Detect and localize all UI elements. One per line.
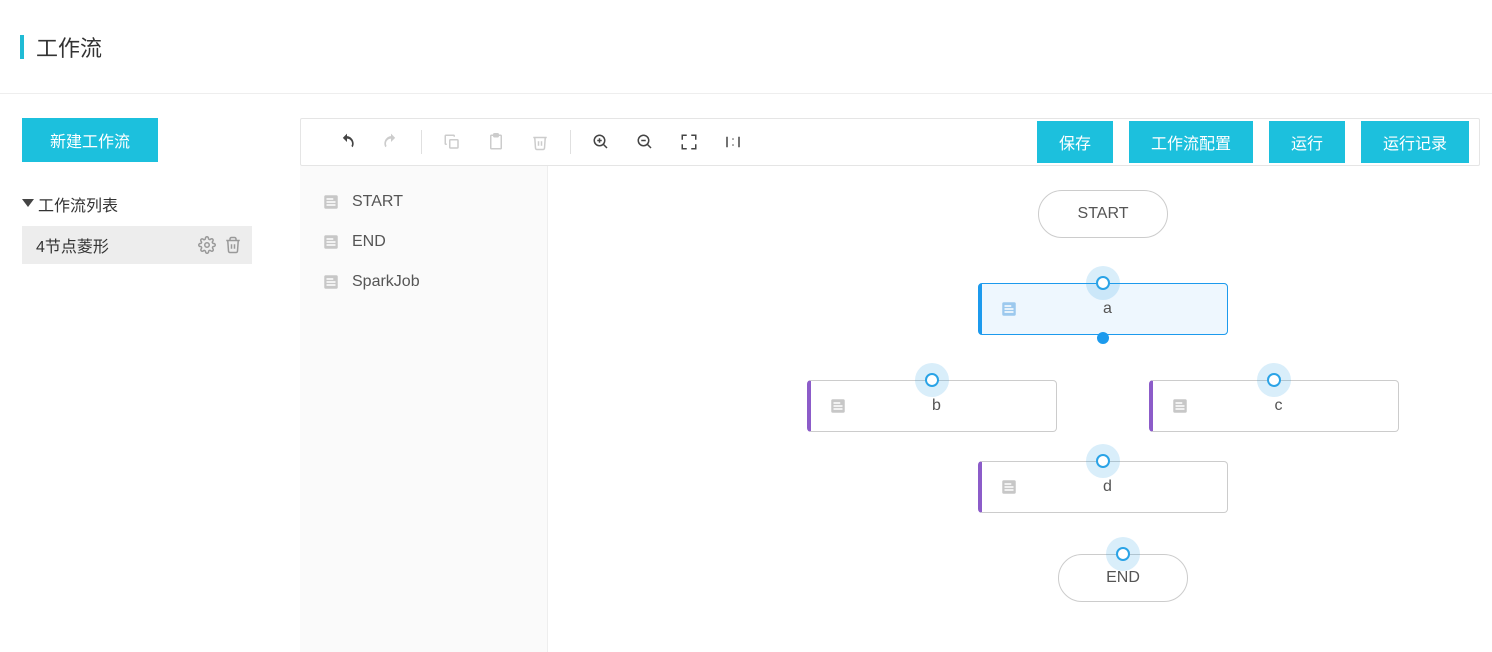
run-button[interactable]: 运行 bbox=[1269, 121, 1345, 163]
redo-button[interactable] bbox=[369, 126, 413, 158]
undo-icon bbox=[337, 132, 357, 152]
node-start[interactable]: START bbox=[1038, 190, 1168, 238]
document-icon bbox=[829, 397, 847, 415]
node-d-input-port[interactable] bbox=[1096, 454, 1110, 468]
new-workflow-button[interactable]: 新建工作流 bbox=[22, 118, 158, 162]
workflow-list-header[interactable]: 工作流列表 bbox=[22, 192, 252, 216]
save-button[interactable]: 保存 bbox=[1037, 121, 1113, 163]
sidebar: 新建工作流 工作流列表 4节点菱形 bbox=[0, 94, 270, 652]
undo-button[interactable] bbox=[325, 126, 369, 158]
page-header: 工作流 bbox=[0, 0, 1492, 94]
actual-size-button[interactable] bbox=[711, 126, 755, 158]
canvas[interactable]: START a b bbox=[548, 166, 1480, 652]
palette-item-start[interactable]: START bbox=[300, 182, 547, 222]
node-end-input-port[interactable] bbox=[1116, 547, 1130, 561]
node-label: a bbox=[1018, 300, 1227, 318]
run-log-button[interactable]: 运行记录 bbox=[1361, 121, 1469, 163]
redo-icon bbox=[381, 132, 401, 152]
document-icon bbox=[1171, 397, 1189, 415]
copy-icon bbox=[443, 133, 461, 151]
node-label: END bbox=[1106, 569, 1140, 587]
node-label: d bbox=[1018, 478, 1227, 496]
header-accent-bar bbox=[20, 35, 24, 59]
fit-button[interactable] bbox=[667, 126, 711, 158]
trash-icon[interactable] bbox=[224, 236, 242, 254]
palette-item-label: SparkJob bbox=[352, 273, 420, 291]
node-a-output-port[interactable] bbox=[1097, 332, 1109, 344]
zoom-out-icon bbox=[636, 133, 654, 151]
delete-icon bbox=[531, 133, 549, 151]
toolbar-separator bbox=[421, 130, 422, 154]
palette-item-end[interactable]: END bbox=[300, 222, 547, 262]
document-icon bbox=[1000, 300, 1018, 318]
node-a[interactable]: a bbox=[978, 283, 1228, 335]
document-icon bbox=[322, 233, 340, 251]
node-label: START bbox=[1078, 205, 1129, 223]
document-icon bbox=[1000, 478, 1018, 496]
delete-button[interactable] bbox=[518, 126, 562, 158]
toolbar-separator bbox=[570, 130, 571, 154]
page-title: 工作流 bbox=[36, 31, 102, 63]
zoom-out-button[interactable] bbox=[623, 126, 667, 158]
content-area: 保存 工作流配置 运行 运行记录 START END Spar bbox=[270, 94, 1492, 652]
actual-size-icon bbox=[724, 135, 742, 149]
workflow-config-button[interactable]: 工作流配置 bbox=[1129, 121, 1253, 163]
chevron-down-icon bbox=[22, 199, 34, 207]
palette-item-sparkjob[interactable]: SparkJob bbox=[300, 262, 547, 302]
node-d[interactable]: d bbox=[978, 461, 1228, 513]
node-c[interactable]: c bbox=[1149, 380, 1399, 432]
edges-layer bbox=[548, 166, 848, 316]
workflow-list-item[interactable]: 4节点菱形 bbox=[22, 226, 252, 264]
workflow-item-name: 4节点菱形 bbox=[36, 233, 109, 257]
workflow-list-header-label: 工作流列表 bbox=[38, 192, 118, 216]
paste-icon bbox=[487, 133, 505, 151]
node-palette: START END SparkJob bbox=[300, 166, 548, 652]
palette-item-label: START bbox=[352, 193, 403, 211]
document-icon bbox=[322, 273, 340, 291]
zoom-in-icon bbox=[592, 133, 610, 151]
palette-item-label: END bbox=[352, 233, 386, 251]
copy-button[interactable] bbox=[430, 126, 474, 158]
workspace: START END SparkJob bbox=[300, 166, 1480, 652]
fit-icon bbox=[680, 133, 698, 151]
node-b-input-port[interactable] bbox=[925, 373, 939, 387]
document-icon bbox=[322, 193, 340, 211]
zoom-in-button[interactable] bbox=[579, 126, 623, 158]
node-label: c bbox=[1189, 397, 1398, 415]
gear-icon[interactable] bbox=[198, 236, 216, 254]
paste-button[interactable] bbox=[474, 126, 518, 158]
node-c-input-port[interactable] bbox=[1267, 373, 1281, 387]
node-a-input-port[interactable] bbox=[1096, 276, 1110, 290]
node-b[interactable]: b bbox=[807, 380, 1057, 432]
node-label: b bbox=[847, 397, 1056, 415]
node-end[interactable]: END bbox=[1058, 554, 1188, 602]
toolbar: 保存 工作流配置 运行 运行记录 bbox=[300, 118, 1480, 166]
